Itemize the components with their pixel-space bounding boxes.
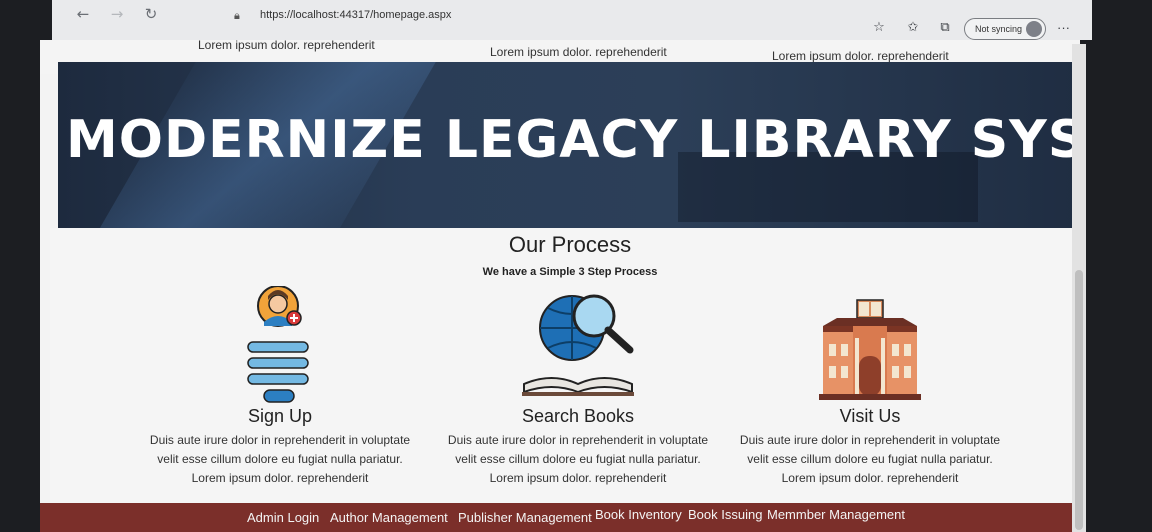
step-title: Sign Up [247,406,313,426]
strip-text-2: Lorem ipsum dolor. reprehenderit [490,45,667,59]
url-text: https://localhost:44317/homepage.aspx [260,9,452,21]
step-description: Duis aute irure dolor in reprehenderit i… [135,431,425,488]
step-description-line: Lorem ipsum dolor. reprehenderit [781,471,959,485]
forward-icon[interactable]: → [108,6,126,22]
browser-toolbar: ← → ↻ 🔒︎ https://localhost:44317/homepag… [52,0,1092,40]
lock-icon[interactable]: 🔒︎ [234,9,240,23]
scrollbar-thumb[interactable] [1075,270,1083,530]
page-viewport: Lorem ipsum dolor. reprehenderit Lorem i… [40,40,1080,532]
step-description: Duis aute irure dolor in reprehenderit i… [433,431,723,488]
refresh-icon[interactable]: ↻ [142,6,160,22]
step-description: Duis aute irure dolor in reprehenderit i… [725,431,1015,488]
hero-title: MODERNIZE LEGACY LIBRARY SYSTEMS [66,110,1080,170]
step-description-line: Lorem ipsum dolor. reprehenderit [191,471,369,485]
step-description-line: velit esse cillum dolore eu fugiat nulla… [455,452,701,466]
process-title: Our Process [508,232,632,257]
process-section: Our Process We have a Simple 3 Step Proc… [50,228,1080,508]
footer-link-book-inventory[interactable]: Book Inventory [595,507,682,522]
address-bar[interactable]: 🔒︎ https://localhost:44317/homepage.aspx [224,6,904,28]
sync-label: Not syncing [975,24,1023,34]
hero-banner: MODERNIZE LEGACY LIBRARY SYSTEMS [58,62,1080,232]
process-subtitle: We have a Simple 3 Step Process [482,266,658,278]
library-building-icon [725,286,1015,406]
step-description-line: Duis aute irure dolor in reprehenderit i… [149,433,411,447]
step-sign-up: Sign Up Duis aute irure dolor in reprehe… [135,286,425,488]
footer-link-admin-login[interactable]: Admin Login [247,510,319,525]
search-books-icon [433,286,723,406]
step-title: Visit Us [839,406,901,426]
profile-sync-button[interactable]: Not syncing [964,18,1046,40]
strip-text-1: Lorem ipsum dolor. reprehenderit [198,40,375,52]
strip-text-3: Lorem ipsum dolor. reprehenderit [772,49,949,63]
step-description-line: Lorem ipsum dolor. reprehenderit [489,471,667,485]
footer-nav: Admin Login Author Management Publisher … [40,503,1080,532]
footer-link-book-issuing[interactable]: Book Issuing [688,507,762,522]
add-favorite-icon[interactable]: ☆ [870,20,888,38]
step-search-books: Search Books Duis aute irure dolor in re… [433,286,723,488]
favorites-icon[interactable]: ✩ [904,20,922,38]
step-title: Search Books [521,406,635,426]
back-icon[interactable]: ← [74,6,92,22]
footer-link-author-management[interactable]: Author Management [330,510,448,525]
step-description-line: Duis aute irure dolor in reprehenderit i… [739,433,1001,447]
user-signup-icon [135,286,425,406]
step-description-line: Duis aute irure dolor in reprehenderit i… [447,433,709,447]
page-scrollbar[interactable] [1072,44,1086,532]
footer-link-member-management[interactable]: Memmber Management [767,507,905,522]
more-icon[interactable]: ··· [1057,20,1070,35]
profile-icon [1026,21,1042,37]
step-description-line: velit esse cillum dolore eu fugiat nulla… [747,452,993,466]
collections-icon[interactable]: ⧉ [936,20,954,38]
step-visit-us: Visit Us Duis aute irure dolor in repreh… [725,286,1015,488]
footer-link-publisher-management[interactable]: Publisher Management [458,510,592,525]
step-description-line: velit esse cillum dolore eu fugiat nulla… [157,452,403,466]
